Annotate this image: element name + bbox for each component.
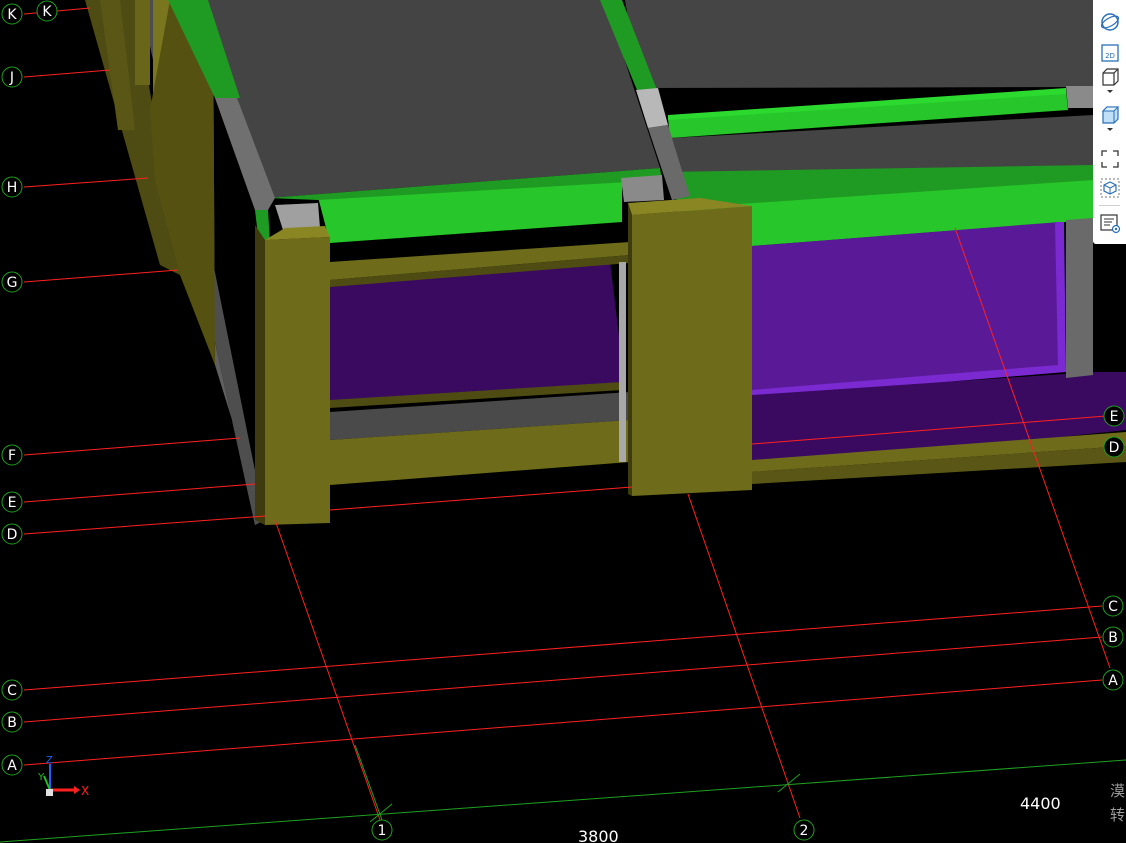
view-toolbar: 2D bbox=[1093, 0, 1126, 244]
properties-button[interactable] bbox=[1097, 210, 1122, 236]
svg-text:K: K bbox=[42, 4, 52, 20]
section-box-icon bbox=[1100, 178, 1119, 198]
dimension-4400: 4400 bbox=[1020, 794, 1061, 813]
svg-text:1: 1 bbox=[378, 823, 387, 839]
x-axis-label: X bbox=[81, 784, 89, 798]
svg-text:B: B bbox=[1108, 630, 1118, 646]
grid-bubble-C[interactable]: C bbox=[1, 679, 23, 701]
fit-view-icon bbox=[1100, 150, 1119, 168]
orbit-icon bbox=[1100, 13, 1119, 31]
grid-bubble-right-B[interactable]: B bbox=[1102, 626, 1124, 648]
grid-bubble-right-E[interactable]: E bbox=[1103, 405, 1125, 427]
grid-bubble-H[interactable]: H bbox=[1, 176, 23, 198]
svg-text:2: 2 bbox=[800, 823, 809, 839]
fit-view-button[interactable] bbox=[1097, 146, 1122, 172]
svg-text:D: D bbox=[7, 527, 18, 543]
grid-bubble-K[interactable]: K bbox=[1, 3, 23, 25]
svg-text:B: B bbox=[7, 715, 17, 731]
far-olive-pier-2 bbox=[135, 0, 150, 85]
grid-bubble-A[interactable]: A bbox=[1, 754, 23, 776]
slab-left bbox=[205, 0, 660, 198]
grid-bubble-D[interactable]: D bbox=[1, 523, 23, 545]
cap-left bbox=[275, 203, 320, 230]
column-left-side bbox=[255, 225, 265, 525]
svg-text:E: E bbox=[8, 495, 17, 511]
grid-bubble-G[interactable]: G bbox=[1, 271, 23, 293]
svg-text:G: G bbox=[7, 275, 18, 291]
chevron-down-icon[interactable] bbox=[1106, 90, 1113, 93]
properties-icon bbox=[1099, 214, 1120, 234]
status-text-line-2: 转 bbox=[1110, 806, 1125, 824]
grid-bubble-col-1[interactable]: 1 bbox=[371, 819, 393, 841]
shaded-box-button[interactable] bbox=[1097, 106, 1122, 132]
svg-text:A: A bbox=[1108, 673, 1118, 689]
grid-bubble-J[interactable]: J bbox=[1, 66, 23, 88]
grid-bubble-right-A[interactable]: A bbox=[1102, 669, 1124, 691]
y-axis-label: Y bbox=[37, 772, 45, 783]
view-3d-box-button[interactable] bbox=[1097, 68, 1122, 94]
svg-text:F: F bbox=[8, 448, 16, 464]
steel-post bbox=[619, 262, 626, 462]
svg-text:K: K bbox=[7, 7, 17, 23]
grid-bubble-right-D[interactable]: D bbox=[1103, 436, 1125, 458]
grid-bubble-col-2[interactable]: 2 bbox=[793, 819, 815, 841]
column-mid-side bbox=[628, 203, 632, 496]
3d-model-viewport[interactable]: K J H G F E D C B A K C B A E D 1 2 3800… bbox=[0, 0, 1126, 843]
column-left bbox=[265, 237, 330, 525]
chevron-down-icon[interactable] bbox=[1106, 128, 1113, 131]
toolbar-divider bbox=[1099, 205, 1120, 206]
grid-bubble-K-extra[interactable]: K bbox=[36, 0, 58, 22]
shaded-box-icon bbox=[1101, 106, 1119, 131]
orbit-button[interactable] bbox=[1097, 9, 1122, 35]
gray-panel-right bbox=[1066, 218, 1093, 378]
view-2d-button[interactable]: 2D bbox=[1097, 40, 1122, 66]
section-box-button[interactable] bbox=[1097, 175, 1122, 201]
svg-text:H: H bbox=[7, 180, 18, 196]
grid-bubble-B[interactable]: B bbox=[1, 711, 23, 733]
cap-far-right bbox=[1066, 86, 1093, 108]
column-mid bbox=[632, 206, 752, 496]
svg-text:D: D bbox=[1109, 440, 1120, 456]
svg-text:2D: 2D bbox=[1105, 52, 1115, 60]
svg-text:A: A bbox=[7, 758, 17, 774]
grid-bubble-right-C[interactable]: C bbox=[1102, 595, 1124, 617]
grid-bubble-E[interactable]: E bbox=[1, 491, 23, 513]
view-3d-box-icon bbox=[1101, 68, 1119, 93]
view-2d-icon: 2D bbox=[1100, 44, 1119, 62]
grid-bubble-F[interactable]: F bbox=[1, 444, 23, 466]
status-text-line-1: 漠 bbox=[1110, 782, 1125, 800]
svg-text:C: C bbox=[1108, 599, 1118, 615]
svg-text:E: E bbox=[1110, 409, 1119, 425]
axis-origin bbox=[46, 789, 53, 796]
svg-text:J: J bbox=[9, 70, 14, 86]
z-axis-label: Z bbox=[46, 755, 53, 766]
cap-mid bbox=[621, 175, 664, 202]
svg-text:C: C bbox=[7, 683, 17, 699]
dimension-3800: 3800 bbox=[578, 827, 619, 843]
slab-right bbox=[625, 0, 1093, 88]
